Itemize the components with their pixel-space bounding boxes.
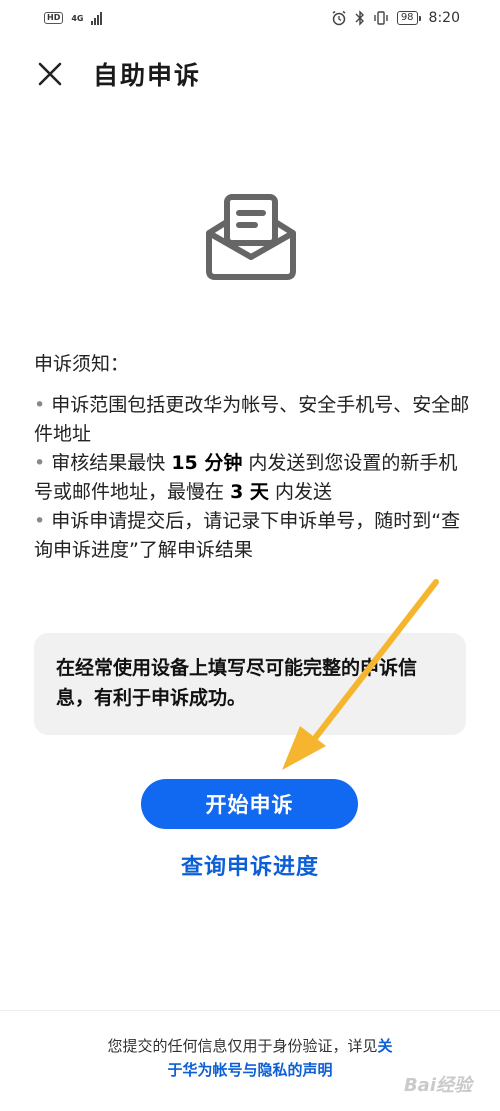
start-appeal-button[interactable]: 开始申诉: [141, 779, 358, 829]
tip-box: 在经常使用设备上填写尽可能完整的申诉信息，有利于申诉成功。: [34, 633, 466, 735]
notice-item-scope: • 申诉范围包括更改华为帐号、安全手机号、安全邮件地址: [34, 394, 470, 445]
footer-text: 您提交的任何信息仅用于身份验证，详见: [107, 1037, 378, 1055]
clock: 8:20: [428, 10, 460, 26]
footer-divider: [0, 1010, 500, 1011]
fastest-time: 15 分钟: [171, 452, 243, 474]
hd-badge: HD: [44, 12, 64, 24]
alarm-icon: [332, 10, 346, 26]
status-right: 98 8:20: [331, 10, 460, 26]
notice-item-scope-text: 申诉范围包括更改华为帐号、安全手机号、安全邮件地址: [34, 394, 470, 445]
battery-icon: 98: [396, 11, 421, 25]
network-label: 4G: [71, 13, 84, 23]
page-title: 自助申诉: [93, 61, 202, 90]
battery-level: 98: [396, 11, 418, 25]
status-left: HD 4G: [44, 11, 105, 25]
notice-item-review-text: 审核结果最快: [51, 452, 166, 474]
notice-item-record: • 申诉申请提交后，请记录下申诉单号，随时到“查询申诉进度”了解申诉结果: [34, 510, 461, 561]
appeal-notice: 申诉须知： • 申诉范围包括更改华为帐号、安全手机号、安全邮件地址 • 审核结果…: [34, 350, 474, 565]
watermark: Bai经验: [403, 1075, 472, 1096]
notice-item-record-text: 申诉申请提交后，请记录下申诉单号，随时到“查询申诉进度”了解申诉结果: [34, 510, 461, 561]
notice-title: 申诉须知：: [34, 353, 130, 375]
query-progress-link[interactable]: 查询申诉进度: [0, 849, 500, 881]
status-bar: HD 4G 98 8:20: [0, 0, 500, 36]
mail-icon: [206, 194, 296, 280]
signal-icon: [91, 12, 103, 25]
bluetooth-icon: [355, 10, 364, 26]
notice-item-review-time: • 审核结果最快 15 分钟 内发送到您设置的新手机号或邮件地址，最慢在 3 天…: [34, 452, 458, 503]
close-icon[interactable]: [36, 60, 64, 88]
notice-item-review-text-3: 内发送: [274, 481, 332, 503]
slowest-time: 3 天: [230, 481, 269, 503]
vibrate-icon: [374, 11, 388, 25]
header: 自助申诉: [0, 54, 500, 94]
